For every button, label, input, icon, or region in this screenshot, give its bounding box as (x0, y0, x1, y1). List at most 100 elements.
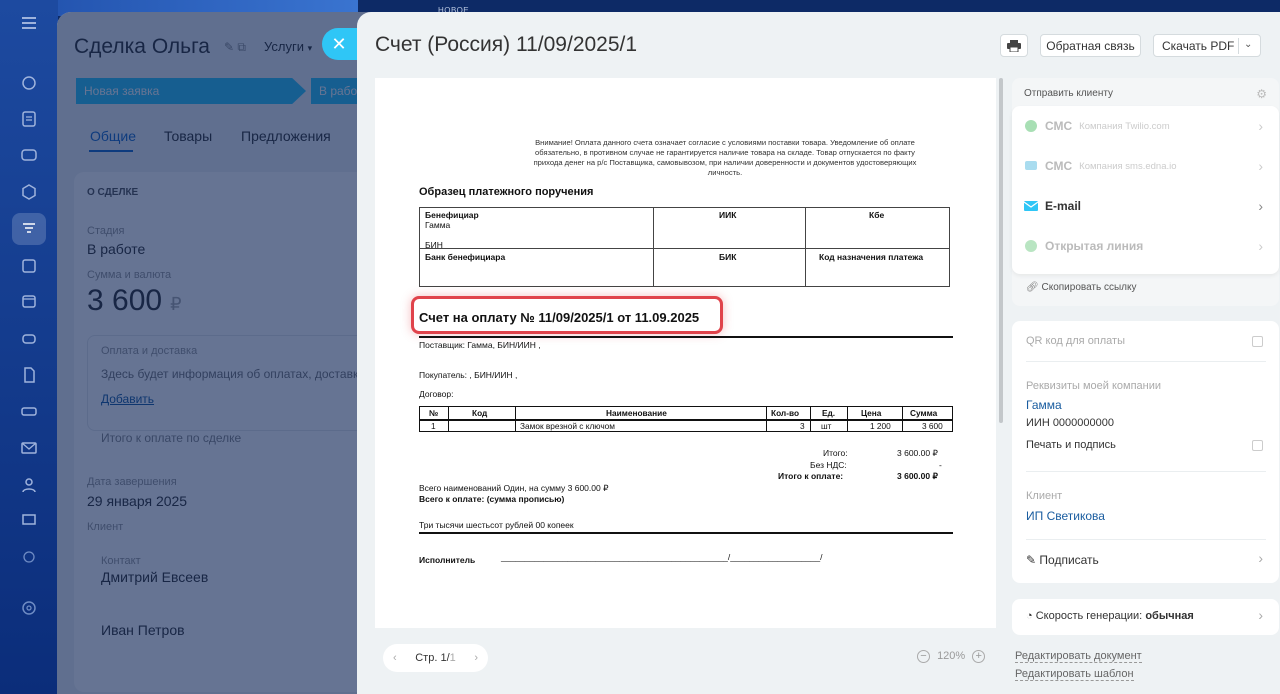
bank-cell: БИК (719, 252, 737, 262)
company-name-link[interactable]: Гамма (1026, 398, 1062, 412)
payment-text: Здесь будет информация об оплатах, доста… (101, 367, 372, 381)
chevron-right-icon: › (1258, 158, 1263, 174)
feed-icon[interactable] (16, 72, 42, 94)
channel-email[interactable]: E-mail › (1012, 186, 1279, 226)
document-icon[interactable] (16, 364, 42, 386)
count-line: Всего наименований Один, на сумму 3 600.… (419, 483, 609, 493)
pencil-icon[interactable]: ✎ ⧉ (224, 40, 246, 55)
topay-label: Итого к оплате: (778, 471, 844, 481)
calendar-list-icon[interactable] (16, 255, 42, 277)
chat-icon[interactable] (16, 145, 42, 167)
table-cell: 3 600 (922, 421, 943, 431)
users-icon[interactable] (16, 474, 42, 496)
chevron-down-icon: ▾ (307, 43, 313, 53)
chevron-right-icon[interactable]: › (474, 652, 478, 664)
close-slider-button[interactable]: ✕ (322, 28, 360, 60)
table-header: Сумма (910, 408, 938, 418)
bank-cell: ИИК (719, 210, 737, 220)
tab-products[interactable]: Товары (164, 128, 212, 144)
zoom-in-icon[interactable]: + (972, 650, 986, 663)
copy-link-button[interactable]: 🔗︎ Скопировать ссылку (1026, 282, 1137, 293)
contact-label: Контакт (101, 555, 141, 567)
link-icon: 🔗︎ (1026, 282, 1039, 293)
button-divider (1238, 38, 1239, 54)
speed-panel[interactable]: ◔ Скорость генерации: обычная › (1012, 599, 1279, 635)
divider (1026, 471, 1266, 472)
speed-line: ◔ Скорость генерации: обычная (1026, 610, 1194, 622)
chevron-left-icon[interactable]: ‹ (393, 652, 397, 664)
chevron-down-icon[interactable]: ⌄ (1244, 39, 1252, 50)
total-label: Итого: (823, 448, 848, 458)
crm-filter-icon[interactable] (12, 213, 46, 245)
menu-icon[interactable] (16, 12, 42, 34)
channel-sms-edna[interactable]: СМС Компания sms.edna.io › (1012, 146, 1279, 186)
contact-name-1[interactable]: Дмитрий Евсеев (101, 569, 208, 585)
collapse-icon[interactable] (16, 546, 42, 568)
chevron-right-icon: › (1258, 550, 1263, 566)
company-inn: ИИН 0000000000 (1026, 417, 1114, 429)
date-label: Дата завершения (87, 476, 177, 488)
stage-new[interactable]: Новая заявка (76, 78, 306, 104)
inbox-icon[interactable] (16, 400, 42, 422)
download-pdf-button[interactable]: Скачать PDF ⌄ (1153, 34, 1261, 57)
document-scrollbar[interactable] (999, 78, 1003, 423)
send-panel: Отправить клиенту ⚙ СМС Компания Twilio.c… (1012, 78, 1279, 306)
edit-document-link[interactable]: Редактировать документ (1015, 650, 1142, 663)
page-pager: ‹ Стр. 1/1 › (383, 644, 488, 672)
doc-sample-title: Образец платежного поручения (419, 186, 594, 198)
feedback-button[interactable]: Обратная связь (1040, 34, 1141, 57)
table-header: Кол-во (771, 408, 800, 418)
channel-open-line[interactable]: Открытая линия › (1012, 226, 1279, 266)
deal-card: Сделка Ольга ✎ ⧉ Услуги ▾ Новая заявка В… (57, 12, 377, 694)
robot-icon[interactable] (16, 327, 42, 349)
table-cell: 1 (431, 421, 436, 431)
presentation-icon[interactable] (16, 510, 42, 532)
deal-category[interactable]: Услуги ▾ (264, 39, 312, 54)
payment-add-link[interactable]: Добавить (101, 392, 154, 406)
items-table: № Код Наименование Кол-во Ед. Цена Сумма… (419, 406, 953, 432)
channel-sms-twilio[interactable]: СМС Компания Twilio.com › (1012, 106, 1279, 146)
qr-label: QR код для оплаты (1026, 335, 1126, 347)
bank-cell: Кбе (869, 210, 885, 220)
hexagon-icon[interactable] (16, 181, 42, 203)
mail-icon[interactable] (16, 437, 42, 459)
stage-value[interactable]: В работе (87, 241, 145, 257)
contract-line: Договор: (419, 389, 454, 399)
client-name-link[interactable]: ИП Светикова (1026, 509, 1105, 523)
zoom-value: 120% (937, 650, 966, 663)
bank-details-table: Бенефициар Гамма БИН ИИК Кбе Банк бенефи… (419, 207, 950, 287)
send-title: Отправить клиенту (1024, 88, 1114, 99)
calendar-icon[interactable] (16, 290, 42, 312)
send-channels: СМС Компания Twilio.com › СМС Компания sms… (1012, 106, 1279, 274)
page-indicator: Стр. 1/1 (415, 652, 456, 664)
qr-checkbox[interactable] (1252, 336, 1263, 347)
contact-name-2[interactable]: Иван Петров (101, 622, 185, 638)
tasks-icon[interactable] (16, 108, 42, 130)
print-button[interactable] (1000, 34, 1028, 57)
bank-cell: БИН (425, 240, 443, 250)
sum-value[interactable]: 3 600 ₽ (87, 284, 182, 318)
words-line: Три тысячи шестьсот рублей 00 копеек (419, 520, 574, 530)
tab-general[interactable]: Общие (90, 128, 136, 144)
sign-button[interactable]: ✎ Подписать (1026, 553, 1099, 567)
speedometer-icon: ◔ (1026, 610, 1033, 622)
edit-template-link[interactable]: Редактировать шаблон (1015, 668, 1134, 681)
zoom-control: − 120% + (917, 650, 986, 663)
bank-cell: Банк бенефициара (425, 252, 506, 262)
executor-signature-line: ________________________________________… (501, 552, 823, 562)
zoom-out-icon[interactable]: − (917, 650, 930, 663)
tab-underline (89, 150, 133, 152)
payment-title: Оплата и доставка (101, 345, 198, 357)
gear-icon[interactable]: ⚙ (1256, 87, 1267, 101)
tab-offers[interactable]: Предложения (241, 128, 331, 144)
divider (1026, 361, 1266, 362)
date-value[interactable]: 29 января 2025 (87, 493, 187, 509)
sign-stamp-checkbox[interactable] (1252, 440, 1263, 451)
settings-icon[interactable] (16, 597, 42, 619)
divider (419, 532, 953, 534)
table-header: Наименование (606, 408, 667, 418)
table-cell: 1 200 (870, 421, 891, 431)
table-header: Цена (861, 408, 882, 418)
topay-value: 3 600.00 ₽ (897, 471, 938, 481)
details-panel: QR код для оплаты Реквизиты моей компани… (1012, 321, 1279, 583)
